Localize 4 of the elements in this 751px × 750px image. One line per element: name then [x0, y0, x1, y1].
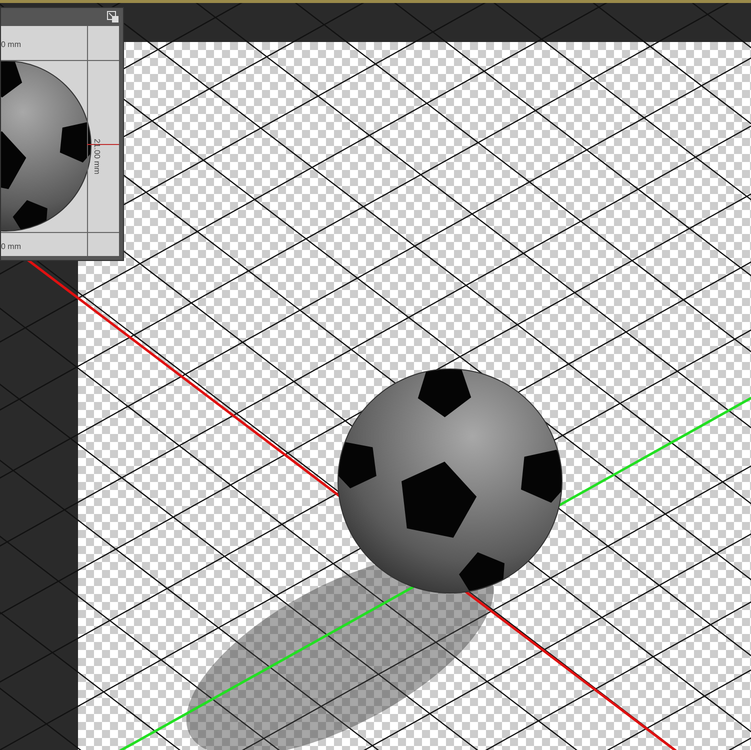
dimension-label: 0 mm — [1, 40, 21, 49]
resize-icon[interactable] — [107, 11, 119, 23]
dimension-label: 21.00 mm — [92, 138, 102, 174]
dimension-label: 0 mm — [1, 242, 21, 251]
